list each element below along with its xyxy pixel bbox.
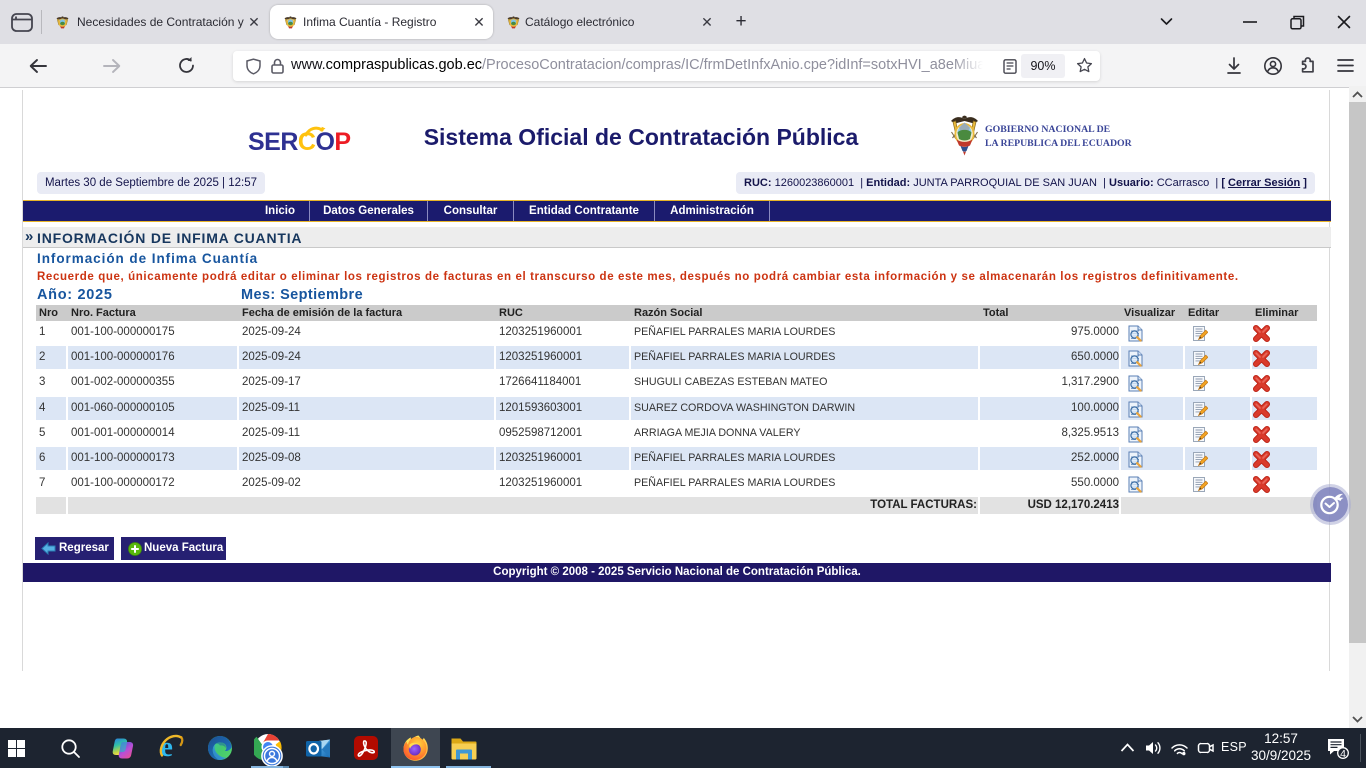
svg-text:4: 4 [1340,748,1346,759]
